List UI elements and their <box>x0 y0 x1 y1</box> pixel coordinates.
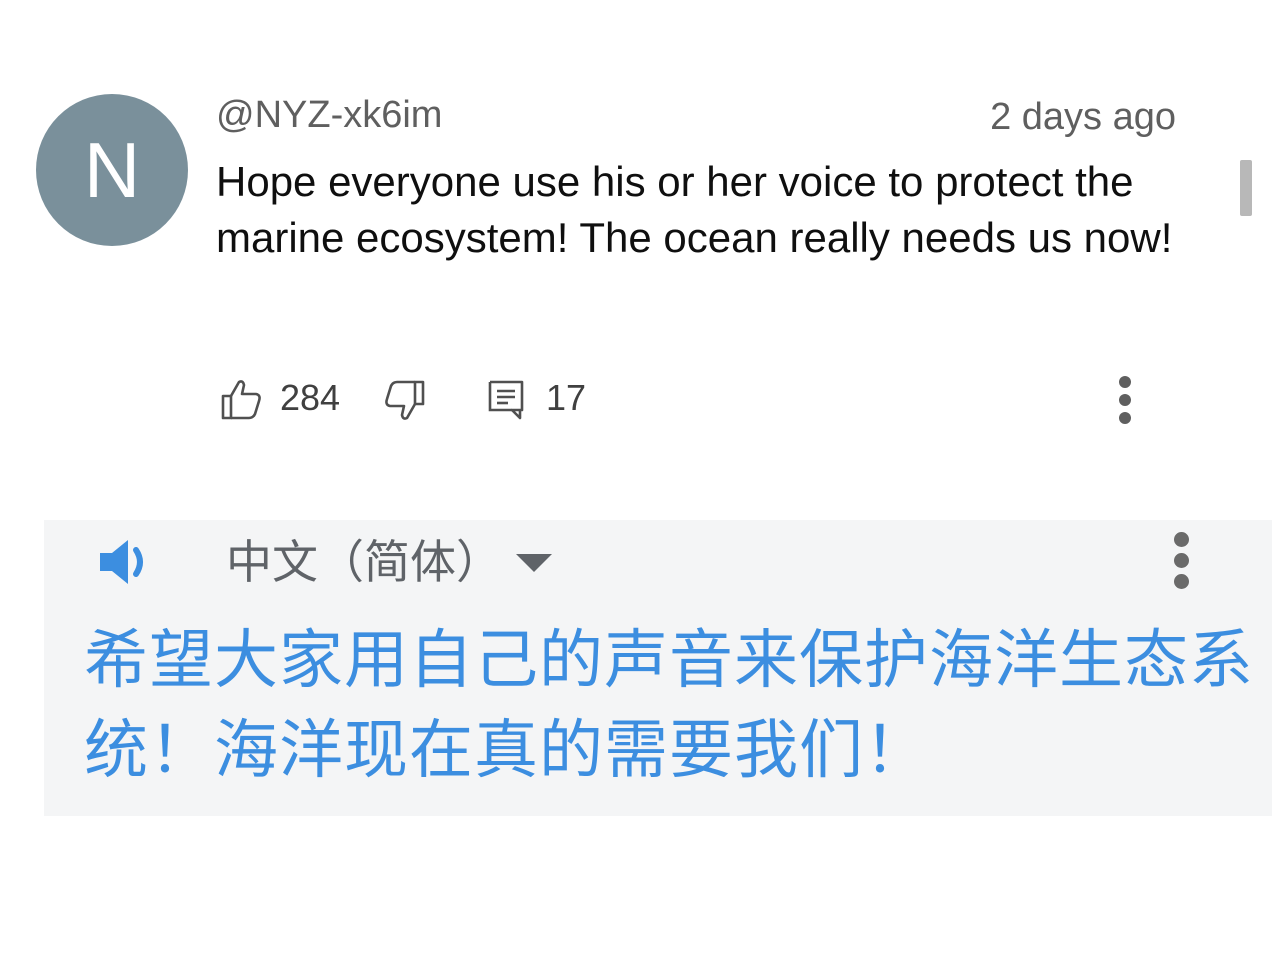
scrollbar[interactable] <box>1240 160 1252 216</box>
avatar[interactable]: N <box>36 94 188 246</box>
like-count: 284 <box>280 377 341 418</box>
comment-icon[interactable] <box>486 376 532 422</box>
translation-panel: 中文（简体） 希望大家用自己的声音来保护海洋生态系统！海洋现在真的需要我们！ <box>44 520 1272 816</box>
dropdown-arrow-icon[interactable] <box>514 550 554 574</box>
translated-text: 希望大家用自己的声音来保护海洋生态系统！海洋现在真的需要我们！ <box>84 624 1254 788</box>
reply-count[interactable]: 17 <box>546 374 586 422</box>
comment-actions: 284 17 <box>218 370 1168 426</box>
thumbs-up-icon[interactable] <box>218 376 264 422</box>
thumbs-down-icon[interactable] <box>382 376 428 422</box>
speaker-icon[interactable] <box>96 534 160 590</box>
comment-text: Hope everyone use his or her voice to pr… <box>216 158 1173 261</box>
more-vert-icon[interactable] <box>1112 372 1140 428</box>
comment-username[interactable]: @NYZ-xk6im <box>216 94 442 137</box>
comment-timestamp: 2 days ago <box>990 96 1176 138</box>
translation-more-icon[interactable] <box>1166 530 1196 592</box>
translation-language[interactable]: 中文（简体） <box>226 534 502 590</box>
